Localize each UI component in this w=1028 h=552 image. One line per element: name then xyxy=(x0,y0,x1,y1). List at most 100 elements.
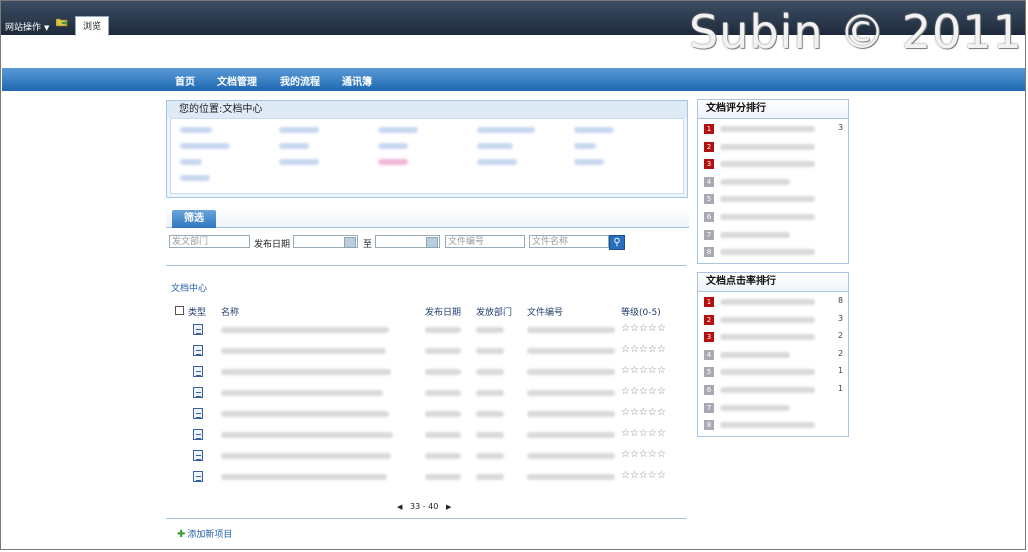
doc-name-link[interactable] xyxy=(221,348,386,354)
rank-item[interactable]: 8 xyxy=(698,246,848,260)
end-date-input[interactable] xyxy=(375,235,440,248)
rating-stars[interactable]: ☆☆☆☆☆ xyxy=(621,428,666,439)
rank-item[interactable]: 61 xyxy=(698,384,848,398)
rating-stars[interactable]: ☆☆☆☆☆ xyxy=(621,449,666,460)
rank-doc-link[interactable] xyxy=(720,126,815,132)
divider xyxy=(166,265,686,266)
rank-number: 5 xyxy=(704,194,714,205)
rank-doc-link[interactable] xyxy=(720,249,815,256)
location-link[interactable] xyxy=(279,127,319,133)
nav-item-home[interactable]: 首页 xyxy=(175,73,195,88)
location-link[interactable] xyxy=(574,127,614,133)
location-link[interactable] xyxy=(378,143,408,149)
location-link[interactable] xyxy=(574,159,604,165)
rank-item[interactable]: 7 xyxy=(698,229,848,243)
add-item-link[interactable]: ✚ 添加新项目 xyxy=(177,527,232,540)
rank-item[interactable]: 4 xyxy=(698,176,848,190)
rating-stars[interactable]: ☆☆☆☆☆ xyxy=(621,470,666,481)
rank-item[interactable]: 2 xyxy=(698,141,848,155)
doc-name-link[interactable] xyxy=(221,474,387,480)
calendar-icon[interactable] xyxy=(344,237,356,248)
tab-browse[interactable]: 浏览 xyxy=(75,16,109,36)
location-link[interactable] xyxy=(279,159,319,165)
doc-name-link[interactable] xyxy=(221,453,391,459)
header-level[interactable]: 等级(0-5) xyxy=(621,305,661,318)
doc-cell xyxy=(527,348,615,354)
rank-item[interactable]: 7 xyxy=(698,402,848,416)
rating-stars[interactable]: ☆☆☆☆☆ xyxy=(621,407,666,418)
rank-item[interactable]: 13 xyxy=(698,123,848,137)
doc-name-link[interactable] xyxy=(221,390,383,396)
header-name[interactable]: 名称 xyxy=(221,305,239,318)
location-link[interactable] xyxy=(180,175,210,181)
rank-doc-link[interactable] xyxy=(720,196,815,203)
location-link[interactable] xyxy=(180,159,202,165)
rank-item[interactable]: 6 xyxy=(698,211,848,225)
rank-doc-link[interactable] xyxy=(720,316,815,323)
nav-item-my-workflow[interactable]: 我的流程 xyxy=(280,73,320,88)
location-link[interactable] xyxy=(180,127,212,133)
doc-center-title[interactable]: 文档中心 xyxy=(171,281,207,294)
header-date[interactable]: 发布日期 xyxy=(425,305,461,318)
rank-doc-link[interactable] xyxy=(720,422,815,429)
doc-name-link[interactable] xyxy=(221,369,391,375)
rank-item[interactable]: 3 xyxy=(698,158,848,172)
rank-doc-link[interactable] xyxy=(720,143,815,150)
word-doc-icon xyxy=(193,429,203,440)
doc-name-link[interactable] xyxy=(221,327,389,333)
rank-doc-link[interactable] xyxy=(720,214,815,220)
doc-name-link[interactable] xyxy=(221,411,389,417)
prev-page-icon[interactable]: ◀ xyxy=(397,503,402,511)
nav-item-doc-management[interactable]: 文档管理 xyxy=(217,73,257,88)
location-link[interactable] xyxy=(477,127,535,133)
doc-cell xyxy=(527,432,615,438)
rank-item[interactable]: 8 xyxy=(698,419,848,433)
location-link[interactable] xyxy=(378,159,408,165)
rank-item[interactable]: 42 xyxy=(698,349,848,363)
location-link[interactable] xyxy=(279,143,309,149)
nav-item-address-book[interactable]: 通讯簿 xyxy=(342,73,372,88)
location-link[interactable] xyxy=(477,159,517,165)
file-name-input[interactable]: 文件名称 xyxy=(529,235,609,248)
doc-cell xyxy=(425,348,461,354)
rank-doc-link[interactable] xyxy=(720,334,815,341)
rank-doc-link[interactable] xyxy=(720,369,815,376)
doc-cell xyxy=(476,474,504,480)
rating-stars[interactable]: ☆☆☆☆☆ xyxy=(621,344,666,355)
tab-filter[interactable]: 筛选 xyxy=(172,210,216,228)
rank-doc-link[interactable] xyxy=(720,351,790,358)
location-panel: 您的位置:文档中心 xyxy=(166,100,688,198)
location-link[interactable] xyxy=(180,143,230,149)
rank-doc-link[interactable] xyxy=(720,404,790,411)
header-type[interactable]: 类型 xyxy=(188,305,206,318)
doc-cell xyxy=(476,327,504,333)
calendar-icon[interactable] xyxy=(426,237,438,248)
rank-item[interactable]: 5 xyxy=(698,193,848,207)
next-page-icon[interactable]: ▶ xyxy=(446,503,451,511)
folder-icon[interactable] xyxy=(56,17,68,27)
doc-name-link[interactable] xyxy=(221,432,393,438)
rank-doc-link[interactable] xyxy=(720,299,815,305)
rank-item[interactable]: 51 xyxy=(698,366,848,380)
start-date-input[interactable] xyxy=(293,235,358,248)
rank-item[interactable]: 23 xyxy=(698,314,848,328)
rank-doc-link[interactable] xyxy=(720,387,815,393)
rank-doc-link[interactable] xyxy=(720,231,790,238)
rating-stars[interactable]: ☆☆☆☆☆ xyxy=(621,323,666,334)
rank-item[interactable]: 18 xyxy=(698,296,848,310)
rating-stars[interactable]: ☆☆☆☆☆ xyxy=(621,365,666,376)
rank-doc-link[interactable] xyxy=(720,178,790,185)
location-link[interactable] xyxy=(378,127,418,133)
rating-stars[interactable]: ☆☆☆☆☆ xyxy=(621,386,666,397)
search-button[interactable]: ⚲ xyxy=(609,235,625,250)
header-file-no[interactable]: 文件编号 xyxy=(527,305,563,318)
file-no-input[interactable]: 文件编号 xyxy=(445,235,525,248)
rank-item[interactable]: 32 xyxy=(698,331,848,345)
site-actions-menu[interactable]: 网站操作 ▼ xyxy=(5,20,49,33)
select-all-checkbox[interactable] xyxy=(175,306,184,315)
header-dept[interactable]: 发放部门 xyxy=(476,305,512,318)
location-link[interactable] xyxy=(574,143,596,149)
rank-doc-link[interactable] xyxy=(720,161,815,168)
location-link[interactable] xyxy=(477,143,513,149)
dept-input[interactable]: 发文部门 xyxy=(169,235,250,248)
